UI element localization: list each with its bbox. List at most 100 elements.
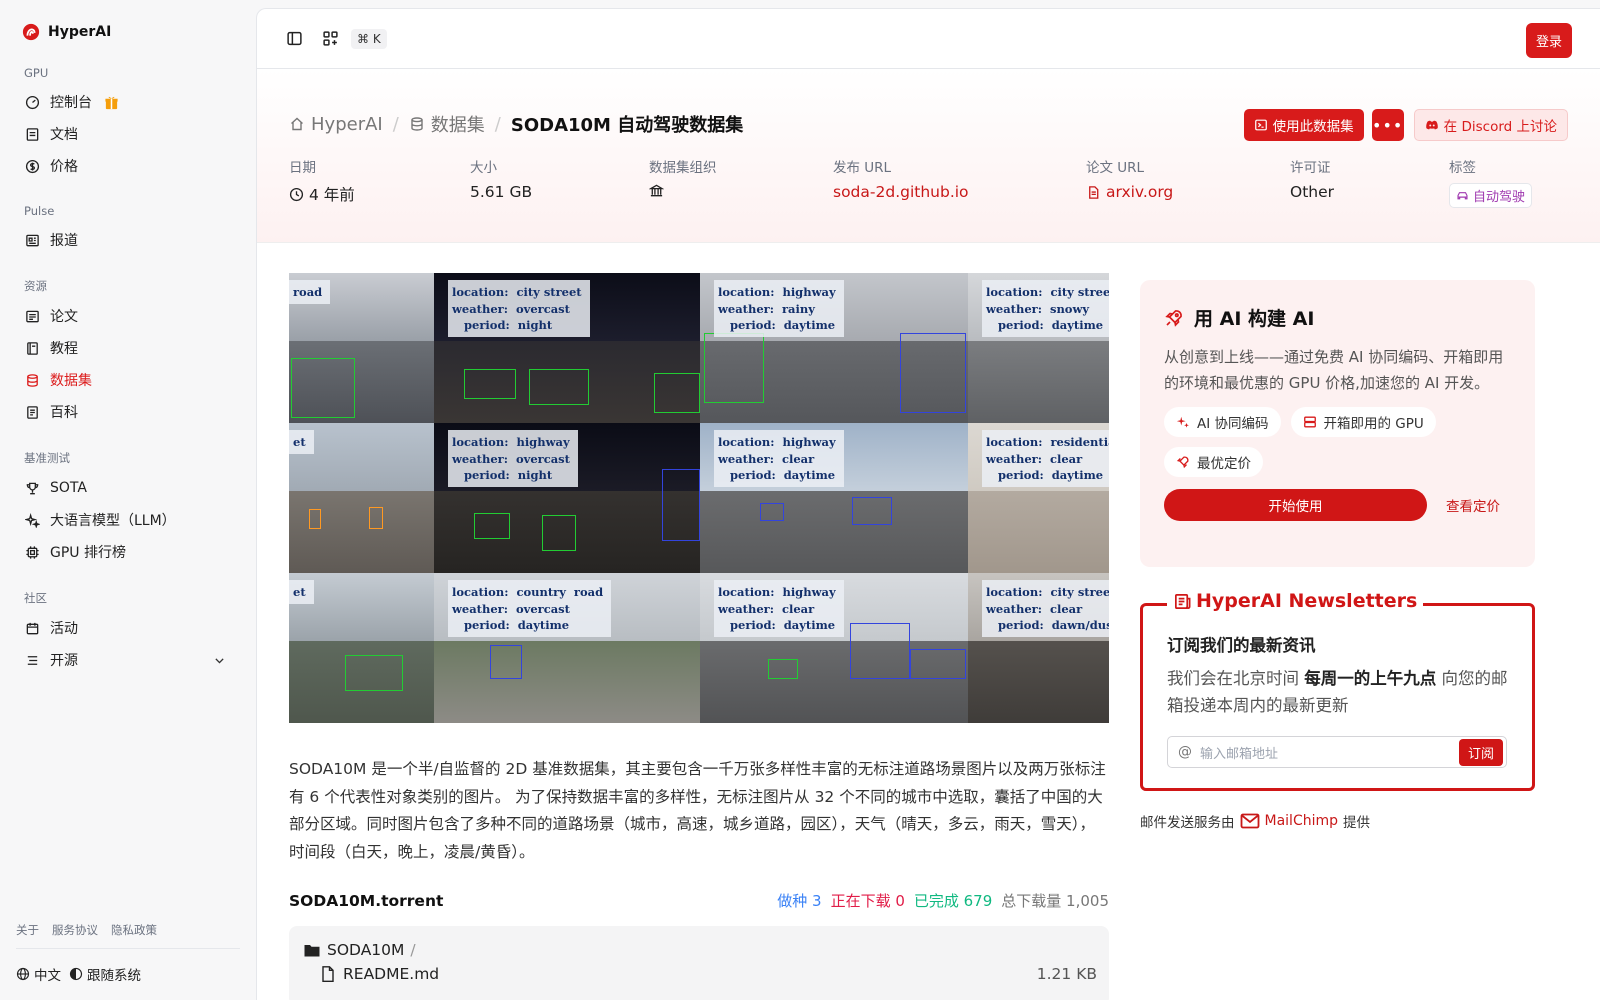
sidebar-item-reports[interactable]: 报道 bbox=[16, 224, 240, 256]
meta-label: 数据集组织 bbox=[649, 160, 717, 176]
sidebar-item-llm[interactable]: 大语言模型（LLM） bbox=[16, 504, 240, 536]
folder-name: SODA10M bbox=[327, 941, 405, 959]
rocket-icon bbox=[1165, 309, 1182, 327]
paper-icon bbox=[26, 310, 39, 322]
get-started-button[interactable]: 开始使用 bbox=[1164, 489, 1427, 521]
sidebar-item-open-source[interactable]: 开源 bbox=[16, 644, 240, 676]
login-button[interactable]: 登录 bbox=[1525, 23, 1572, 58]
date-value: 4 年前 bbox=[309, 186, 355, 204]
footer-link-privacy[interactable]: 隐私政策 bbox=[111, 922, 157, 938]
car-icon bbox=[1457, 192, 1468, 200]
preview-tile: location: country road weather: overcast… bbox=[434, 573, 700, 723]
clock-icon bbox=[289, 187, 304, 201]
toggle-sidebar-button[interactable] bbox=[279, 24, 309, 54]
chip-label: AI 协同编码 bbox=[1197, 416, 1269, 432]
sidebar-item-tutorials[interactable]: 教程 bbox=[16, 332, 240, 364]
more-actions-button[interactable]: ••• bbox=[1371, 109, 1404, 141]
dataset-preview-image: road location: city street weather: over… bbox=[289, 273, 1109, 723]
footer-link-about[interactable]: 关于 bbox=[16, 922, 39, 938]
newsletter-legend-text: HyperAI Newsletters bbox=[1196, 590, 1418, 612]
tag-label: 自动驾驶 bbox=[1473, 190, 1526, 205]
brand[interactable]: HyperAI bbox=[22, 18, 240, 46]
command-palette-button[interactable] bbox=[315, 24, 345, 54]
email-input[interactable]: 输入邮箱地址 bbox=[1200, 743, 1451, 762]
cpu-icon bbox=[26, 545, 39, 559]
newsletter-description: 我们会在北京时间 每周一的上午九点 向您的邮箱投递本周内的最新更新 bbox=[1167, 665, 1508, 719]
scene-label: location: city street weather: clear per… bbox=[982, 580, 1109, 637]
release-url-link[interactable]: soda-2d.github.io bbox=[833, 183, 969, 201]
list-icon bbox=[27, 655, 38, 665]
dollar-icon bbox=[25, 159, 40, 173]
meta-size: 大小 5.61 GB bbox=[470, 156, 532, 201]
completed-count: 已完成 679 bbox=[913, 892, 993, 910]
scene-label: road bbox=[289, 280, 331, 304]
sidebar-item-label: 价格 bbox=[50, 159, 78, 175]
sidebar-item-label: 数据集 bbox=[50, 373, 92, 389]
brand-name: HyperAI bbox=[48, 24, 112, 40]
folder-row[interactable]: SODA10M / bbox=[303, 938, 1097, 962]
preview-tile: location: highway weather: clear period:… bbox=[700, 423, 968, 573]
sidebar-item-label: 报道 bbox=[50, 233, 78, 249]
chip-ai-coding: AI 协同编码 bbox=[1164, 407, 1281, 437]
seeding-count: 做种 3 bbox=[777, 892, 822, 910]
breadcrumb-datasets[interactable]: 数据集 bbox=[431, 111, 485, 137]
theme-switcher[interactable]: 跟随系统 bbox=[69, 964, 141, 984]
mailchimp-link[interactable]: MailChimp bbox=[1240, 813, 1339, 829]
paper-url-link[interactable]: arxiv.org bbox=[1086, 183, 1173, 201]
ai-promo-card: 用 AI 构建 AI 从创意到上线——通过免费 AI 协同编码、开箱即用的环境和… bbox=[1140, 280, 1535, 567]
meta-release: 发布 URL soda-2d.github.io bbox=[833, 156, 969, 201]
page-title: SODA10M 自动驾驶数据集 bbox=[510, 115, 744, 136]
meta-tags: 标签 自动驾驶 bbox=[1449, 156, 1533, 208]
torrent-name[interactable]: SODA10M.torrent bbox=[289, 892, 443, 910]
section-label-pulse: Pulse bbox=[24, 204, 55, 218]
subscribe-button[interactable]: 订阅 bbox=[1458, 738, 1503, 766]
sidebar-item-docs[interactable]: 文档 bbox=[16, 118, 240, 150]
meta-value bbox=[649, 183, 717, 198]
breadcrumb-home[interactable]: HyperAI bbox=[311, 114, 383, 135]
view-pricing-link[interactable]: 查看定价 bbox=[1446, 495, 1500, 515]
use-dataset-button[interactable]: 使用此数据集 bbox=[1243, 109, 1364, 141]
newsletter-time: 每周一的上午九点 bbox=[1304, 669, 1437, 688]
tag-autonomous-driving[interactable]: 自动驾驶 bbox=[1449, 183, 1533, 208]
sidebar-item-label: 大语言模型（LLM） bbox=[50, 513, 176, 529]
scene-label: location: highway weather: clear period:… bbox=[714, 580, 844, 637]
breadcrumb-separator: / bbox=[392, 113, 399, 135]
chip-label: 开箱即用的 GPU bbox=[1323, 416, 1424, 432]
file-tree: SODA10M / README.md 1.21 KB bbox=[289, 926, 1109, 1000]
topbar: ⌘ K 登录 bbox=[257, 9, 1600, 69]
sidebar-item-pricing[interactable]: 价格 bbox=[16, 150, 240, 182]
preview-tile: location: highway weather: overcast peri… bbox=[434, 423, 700, 573]
sidebar-item-events[interactable]: 活动 bbox=[16, 612, 240, 644]
scene-label: location: highway weather: clear period:… bbox=[714, 430, 844, 487]
sidebar-item-datasets[interactable]: 数据集 bbox=[16, 364, 240, 396]
file-size: 1.21 KB bbox=[1036, 965, 1097, 983]
sidebar-item-papers[interactable]: 论文 bbox=[16, 300, 240, 332]
shortcut-hint: ⌘ K bbox=[351, 28, 387, 49]
calendar-icon bbox=[26, 622, 39, 634]
sidebar-item-label: 控制台 bbox=[50, 95, 92, 111]
hyperai-logo-icon bbox=[22, 23, 40, 41]
chevron-down-icon[interactable] bbox=[213, 654, 226, 667]
size-value: 5.61 GB bbox=[470, 183, 533, 201]
sidebar-item-console[interactable]: 控制台 bbox=[16, 86, 240, 118]
torrent-header: SODA10M.torrent 做种 3 正在下载 0 已完成 679 总下载量… bbox=[289, 890, 1109, 911]
ai-card-title: 用 AI 构建 AI bbox=[1164, 304, 1511, 331]
meta-license: 许可证 Other bbox=[1290, 156, 1334, 201]
provider-prefix: 邮件发送服务由 bbox=[1140, 815, 1235, 831]
preview-tile: location: city street weather: clear per… bbox=[968, 573, 1109, 723]
discord-button[interactable]: 在 Discord 上讨论 bbox=[1413, 109, 1568, 141]
notebook-icon bbox=[27, 341, 38, 355]
language-switcher[interactable]: 中文 bbox=[16, 964, 61, 984]
sidebar-item-gpu-leaderboard[interactable]: GPU 排行榜 bbox=[16, 536, 240, 568]
database-icon bbox=[411, 117, 423, 131]
breadcrumb-separator: / bbox=[494, 113, 501, 135]
meta-org: 数据集组织 bbox=[649, 156, 717, 198]
sidebar-item-sota[interactable]: SOTA bbox=[16, 472, 240, 504]
footer-link-terms[interactable]: 服务协议 bbox=[52, 922, 98, 938]
folder-icon bbox=[304, 945, 320, 957]
sidebar-item-wiki[interactable]: 百科 bbox=[16, 396, 240, 428]
section-label-gpu: GPU bbox=[24, 66, 49, 80]
file-row[interactable]: README.md 1.21 KB bbox=[303, 962, 1097, 986]
section-label-benchmarks: 基准测试 bbox=[24, 451, 70, 465]
mailchimp-text: MailChimp bbox=[1264, 813, 1339, 829]
